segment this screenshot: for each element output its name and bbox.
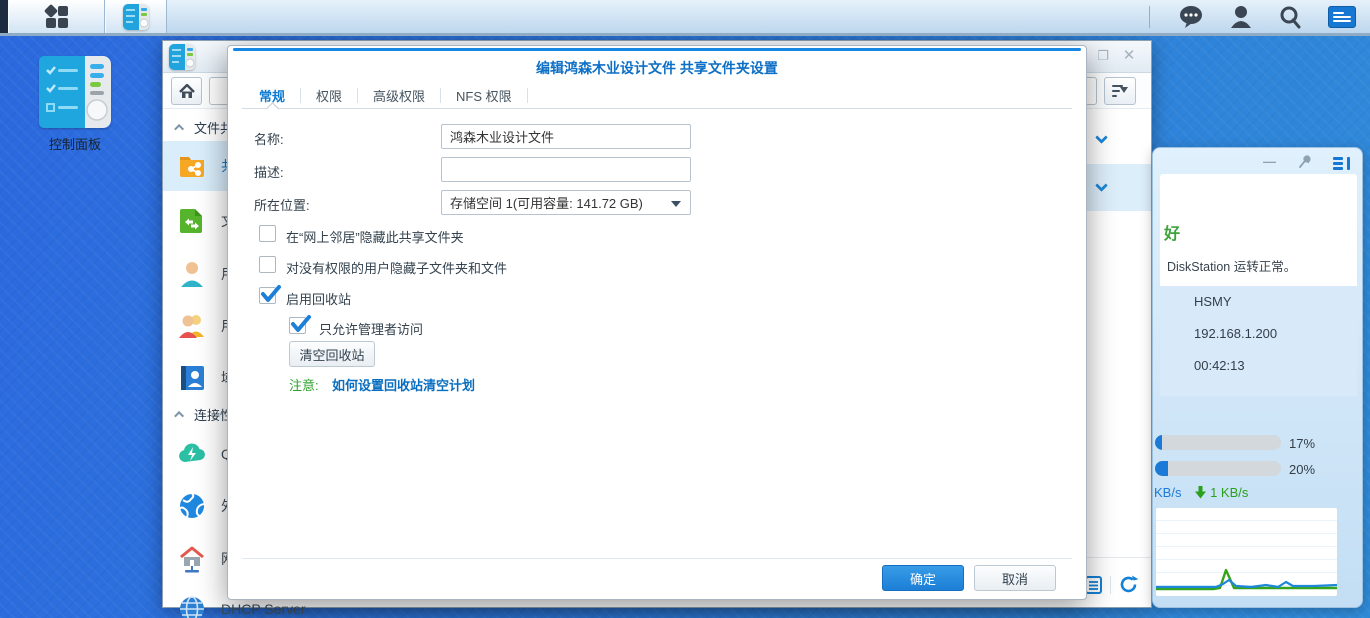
home-button[interactable]: [171, 77, 202, 105]
chevron-up-icon: [174, 123, 184, 133]
admin-only-label: 只允许管理者访问: [319, 319, 423, 338]
widget-titlebar: —: [1153, 154, 1362, 174]
control-panel-icon: [123, 4, 149, 30]
dhcp-server-icon: [177, 594, 207, 618]
home-icon: [179, 84, 195, 99]
ram-usage-label: 20%: [1289, 462, 1315, 477]
taskbar-edge: [0, 0, 8, 33]
name-label: 名称:: [254, 129, 284, 148]
tab-advanced-permissions[interactable]: 高级权限: [358, 86, 440, 105]
download-speed: 1 KB/s: [1195, 485, 1248, 500]
shared-folder-icon: [177, 151, 207, 181]
main-menu-icon: [45, 5, 69, 29]
admin-only-checkbox[interactable]: [289, 317, 306, 334]
taskbar-right: [1149, 0, 1370, 33]
ok-button[interactable]: 确定: [882, 565, 964, 591]
ip-address-value: 192.168.1.200: [1194, 326, 1277, 341]
network-chart-lines: [1156, 508, 1337, 596]
ram-usage-bar: [1155, 461, 1281, 476]
domain-ldap-icon: [177, 363, 207, 393]
window-maximize-button[interactable]: ❐: [1094, 47, 1112, 65]
external-access-icon: [177, 491, 207, 521]
hide-subfolders-label: 对没有权限的用户隐藏子文件夹和文件: [286, 258, 507, 277]
network-speeds: KB/s 1 KB/s: [1154, 485, 1359, 500]
tab-permissions[interactable]: 权限: [301, 86, 357, 105]
taskbar: [0, 0, 1370, 36]
desktop-icon-label: 控制面板: [36, 134, 114, 153]
location-select[interactable]: 存储空间 1(可用容量: 141.72 GB): [441, 190, 691, 215]
content-bottom-toolbar: [1085, 575, 1138, 594]
cpu-usage-label: 17%: [1289, 436, 1315, 451]
health-info-table: HSMY 192.168.1.200 00:42:13: [1160, 286, 1357, 396]
hide-in-network-label: 在“网上邻居”隐藏此共享文件夹: [286, 227, 464, 246]
taskbar-divider: [1149, 6, 1150, 28]
cpu-usage-bar: [1155, 435, 1281, 450]
enable-recycle-bin-checkbox[interactable]: [259, 287, 276, 304]
cancel-button[interactable]: 取消: [974, 565, 1056, 591]
sidebar-item-label: DHCP Server: [221, 601, 306, 617]
health-message: DiskStation 运转正常。: [1167, 256, 1296, 275]
description-label: 描述:: [254, 162, 284, 181]
dialog-accent-bar: [233, 48, 1081, 51]
checkmark-icon: [290, 314, 310, 334]
widget-panel-toggle[interactable]: [1328, 6, 1356, 28]
pin-icon[interactable]: [1298, 154, 1313, 169]
user-group-icon: [177, 311, 207, 341]
desktop: { "desktop": { "control_panel_icon_label…: [0, 0, 1370, 618]
sort-icon: [1112, 85, 1128, 97]
control-panel-icon: [39, 56, 111, 128]
toolbar-divider: [1110, 576, 1111, 594]
chevron-up-icon: [174, 410, 184, 420]
dialog-footer-line: [242, 558, 1072, 559]
user-account-icon[interactable]: [1230, 5, 1252, 29]
network-chart: [1156, 508, 1337, 596]
recycle-schedule-link[interactable]: 如何设置回收站清空计划: [332, 375, 475, 394]
window-close-button[interactable]: ✕: [1120, 47, 1138, 65]
chevron-down-icon[interactable]: [1095, 179, 1108, 192]
notifications-icon[interactable]: [1178, 5, 1204, 29]
dialog-tabs: 常规 权限 高级权限 NFS 权限: [244, 82, 528, 108]
health-status-text: 好: [1164, 220, 1180, 244]
system-widget-panel: — 好 DiskStation 运转正常。 HSMY 192.168.1.200…: [1152, 147, 1363, 608]
download-arrow-icon: [1195, 486, 1206, 499]
dialog-title: 编辑鸿森木业设计文件 共享文件夹设置: [228, 58, 1086, 78]
list-view-icon[interactable]: [1085, 576, 1102, 594]
edit-shared-folder-dialog: 编辑鸿森木业设计文件 共享文件夹设置 常规 权限 高级权限 NFS 权限 名称:…: [227, 45, 1087, 600]
desktop-icon-control-panel[interactable]: 控制面板: [36, 56, 114, 153]
tab-underline: [242, 108, 1072, 109]
hide-subfolders-checkbox[interactable]: [259, 256, 276, 273]
upload-speed: KB/s: [1154, 485, 1181, 500]
tab-nfs-permissions[interactable]: NFS 权限: [441, 86, 527, 105]
server-name-value: HSMY: [1194, 294, 1232, 309]
checkmark-icon: [260, 284, 280, 304]
hide-in-network-checkbox[interactable]: [259, 225, 276, 242]
user-icon: [177, 259, 207, 289]
widget-minimize-button[interactable]: —: [1263, 154, 1276, 169]
chevron-down-icon: [671, 201, 681, 212]
tab-separator: [527, 88, 528, 103]
network-icon: [177, 544, 207, 574]
location-label: 所在位置:: [254, 195, 310, 214]
sort-button[interactable]: [1104, 77, 1136, 105]
name-field[interactable]: [441, 124, 691, 149]
quickconnect-icon: [177, 439, 207, 469]
location-select-value: 存储空间 1(可用容量: 141.72 GB): [450, 193, 643, 212]
taskbar-app-control-panel[interactable]: [105, 0, 167, 33]
uptime-value: 00:42:13: [1194, 358, 1245, 373]
search-icon[interactable]: [1278, 5, 1302, 29]
main-menu-button[interactable]: [8, 0, 105, 33]
widget-layout-icon[interactable]: [1333, 157, 1350, 170]
note-label: 注意:: [289, 375, 319, 394]
file-services-icon: [177, 206, 207, 236]
chevron-down-icon[interactable]: [1095, 131, 1108, 144]
sidebar-category-connectivity[interactable]: 连接性: [177, 404, 233, 424]
system-health-card: 好 DiskStation 运转正常。 HSMY 192.168.1.200 0…: [1160, 174, 1357, 396]
empty-recycle-bin-button[interactable]: 清空回收站: [289, 341, 375, 367]
description-field[interactable]: [441, 157, 691, 182]
refresh-icon[interactable]: [1119, 575, 1138, 594]
enable-recycle-bin-label: 启用回收站: [286, 289, 351, 308]
taskbar-spacer: [167, 0, 1149, 33]
